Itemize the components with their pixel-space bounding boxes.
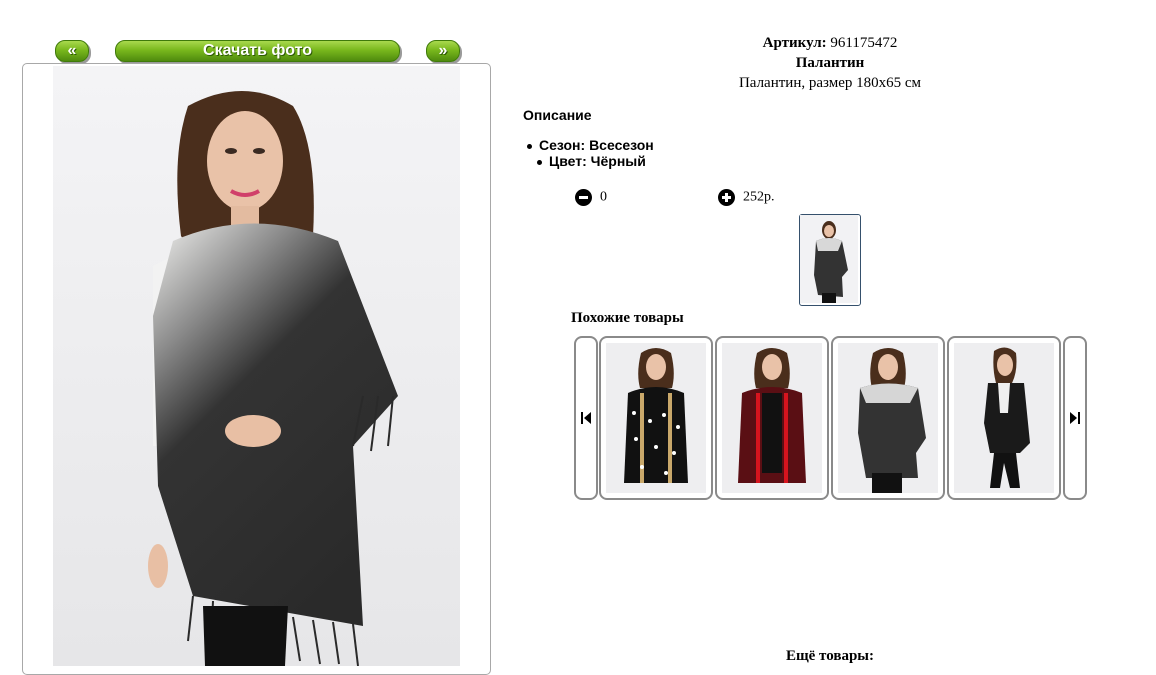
previous-photo-button[interactable]: « [55,40,89,62]
similar-products-heading: Похожие товары [571,310,684,326]
product-title: Палантин [795,55,865,71]
bullet-icon [527,143,532,149]
similar-product-item[interactable] [599,336,713,500]
product-thumbnail-polka-black [606,343,706,493]
similar-product-item[interactable] [831,336,945,500]
thumbnail-image [800,215,858,303]
price-control: 252р. [718,189,775,206]
article-value: 961175472 [830,35,898,51]
spec-season-text: Сезон: Всесезон [539,137,654,153]
spec-color-text: Цвет: Чёрный [549,153,646,169]
download-photo-button[interactable]: Скачать фото [115,40,400,62]
article-line: Артикул: 961175472 [600,35,1060,52]
minus-icon[interactable] [575,189,592,206]
quantity-value: 0 [600,189,607,205]
similar-product-item[interactable] [715,336,829,500]
spec-color: Цвет: Чёрный [537,153,646,169]
product-thumbnail-polka-red [722,343,822,493]
skip-forward-icon [1070,412,1080,424]
bullet-icon [537,159,542,165]
carousel-prev-button[interactable] [574,336,598,500]
plus-icon[interactable] [718,189,735,206]
skip-back-icon [581,412,591,424]
article-label: Артикул: [762,35,827,51]
next-photo-button[interactable]: » [426,40,460,62]
carousel-next-button[interactable] [1063,336,1087,500]
description-heading: Описание [523,107,592,123]
product-photo[interactable] [53,66,460,666]
price-value: 252р. [743,189,775,205]
product-description: Палантин, размер 180х65 см [738,75,922,91]
product-thumbnail-black-cardigan [954,343,1054,493]
photo-thumbnail[interactable] [799,214,861,306]
quantity-control: 0 [575,189,607,206]
product-thumbnail-ombre-stole [838,343,938,493]
product-photo-frame [22,63,491,675]
similar-product-item[interactable] [947,336,1061,500]
spec-season: Сезон: Всесезон [527,137,654,153]
